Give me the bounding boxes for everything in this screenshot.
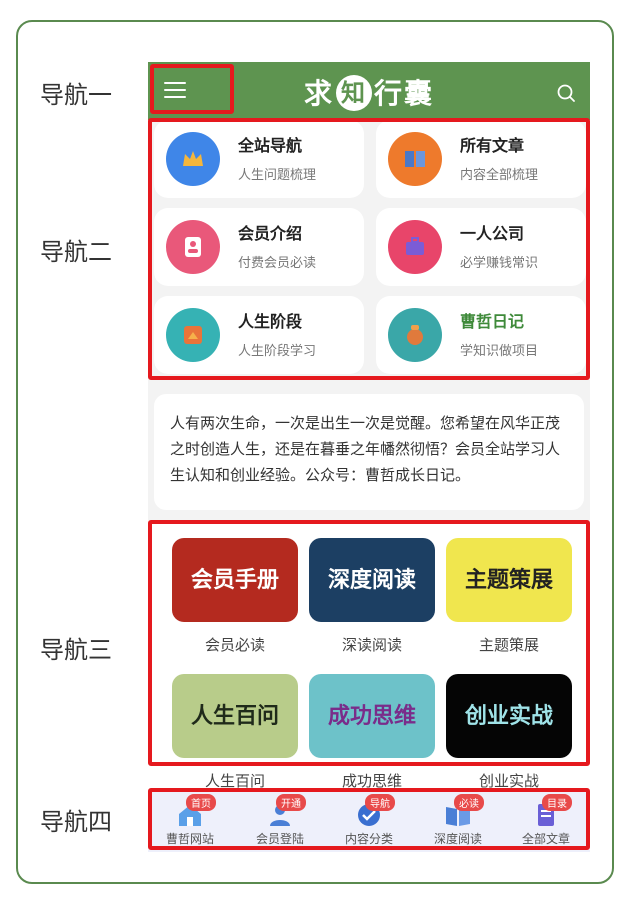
highlight-nav2	[148, 118, 590, 380]
label-nav4: 导航四	[40, 808, 112, 836]
label-nav3: 导航三	[40, 636, 112, 664]
highlight-nav3	[148, 520, 590, 766]
highlight-nav4	[148, 788, 590, 850]
search-icon[interactable]	[556, 83, 576, 103]
label-nav2: 导航二	[40, 238, 112, 266]
highlight-nav1	[150, 64, 234, 114]
label-nav1: 导航一	[40, 81, 112, 109]
intro-text: 人有两次生命，一次是出生一次是觉醒。您希望在风华正茂之时创造人生，还是在暮垂之年…	[154, 394, 584, 510]
